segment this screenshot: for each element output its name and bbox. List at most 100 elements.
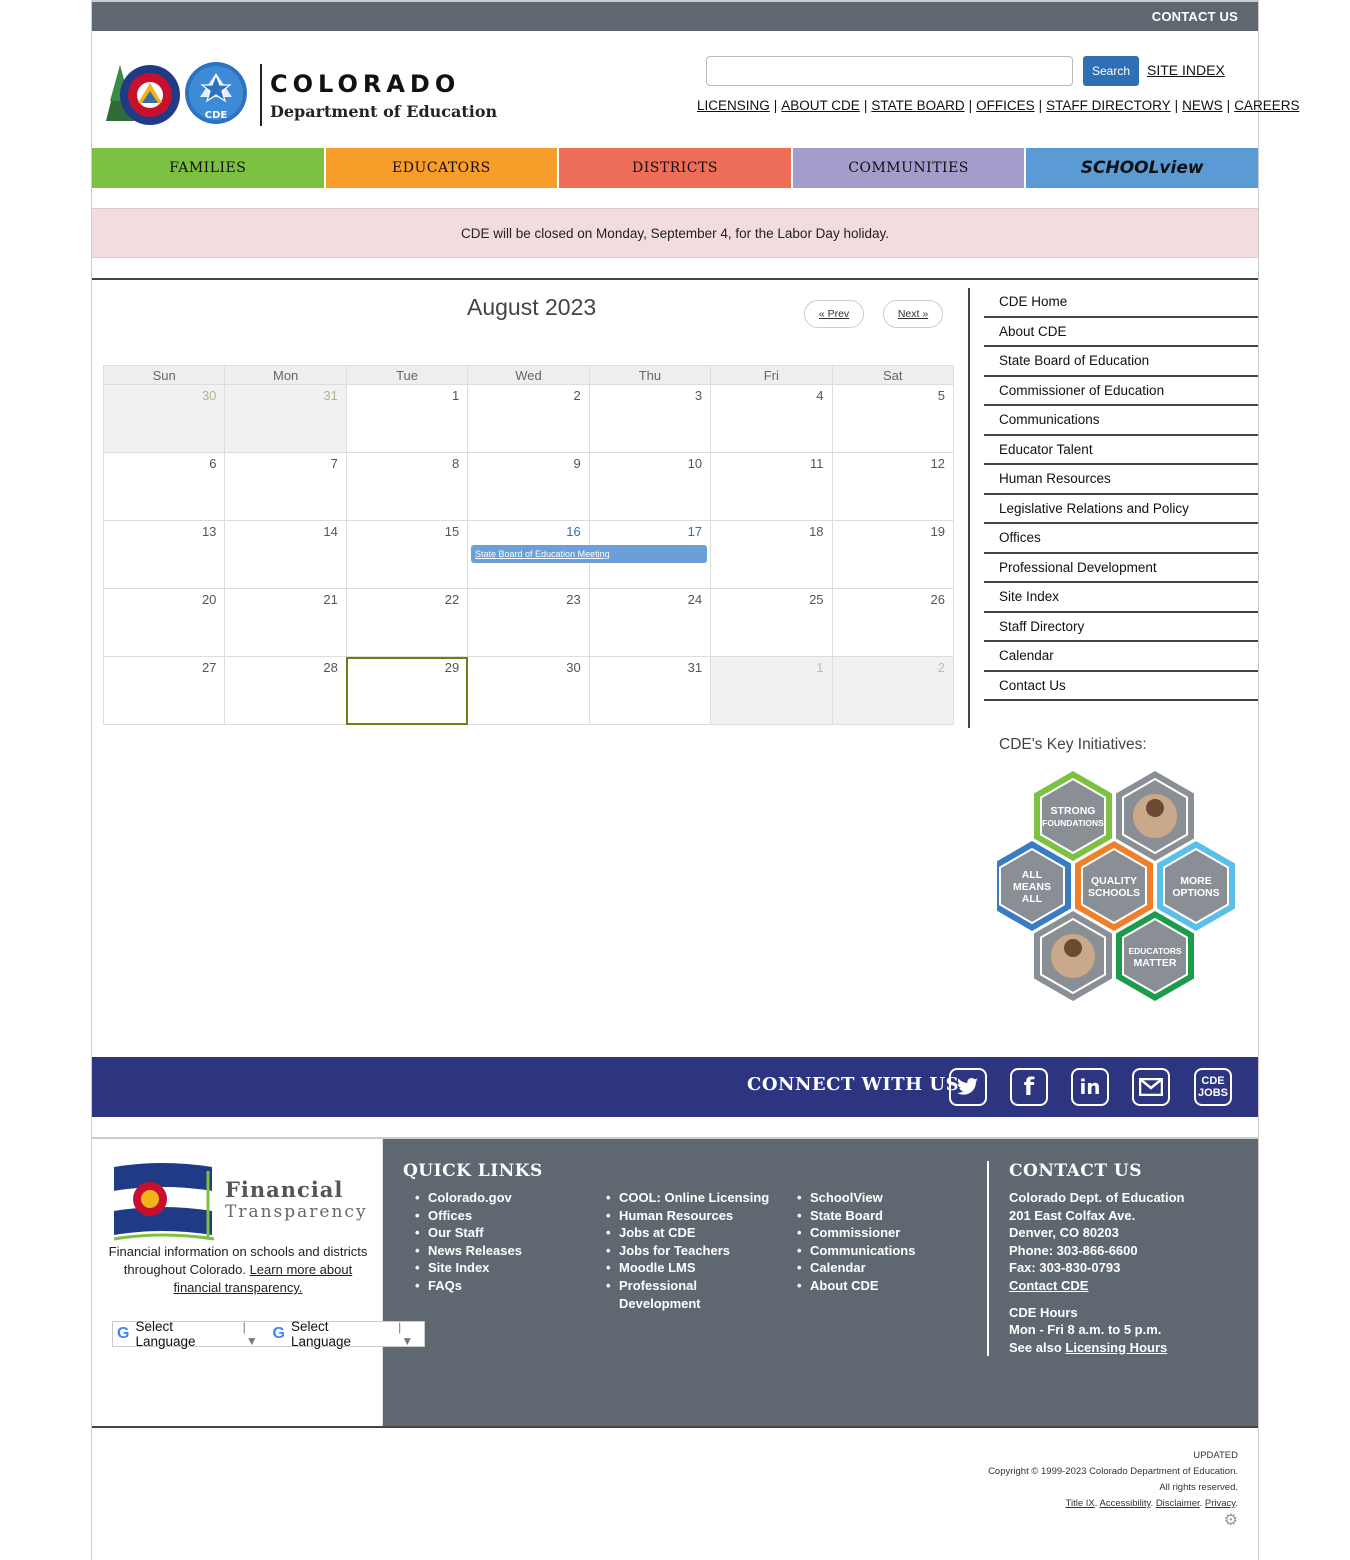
calendar-day[interactable]: 30 — [467, 656, 590, 725]
about-cde-link[interactable]: ABOUT CDE — [781, 98, 860, 113]
disclaimer-link[interactable]: Disclaimer — [1156, 1498, 1200, 1509]
calendar-day[interactable]: 15 — [345, 520, 469, 589]
initiative-hex[interactable]: STRONGFOUNDATIONS — [1034, 771, 1112, 861]
quick-link[interactable]: Moodle LMS — [606, 1259, 776, 1277]
initiative-hex[interactable]: ALLMEANSALL — [993, 841, 1071, 931]
side-menu-item[interactable]: State Board of Education — [984, 347, 1258, 377]
calendar-day[interactable]: 2 — [831, 656, 955, 725]
nav-schoolview[interactable]: SCHOOLview — [1026, 148, 1258, 188]
calendar-day[interactable]: 27 — [102, 656, 226, 725]
top-contact-link[interactable]: CONTACT US — [1152, 9, 1238, 24]
quick-link[interactable]: Site Index — [415, 1259, 522, 1277]
calendar-event[interactable]: State Board of Education Meeting — [471, 545, 707, 563]
calendar-day[interactable]: 6 — [102, 452, 226, 521]
language-selector[interactable]: G Select Language | ▼ G Select Language … — [112, 1319, 425, 1349]
careers-link[interactable]: CAREERS — [1234, 98, 1299, 113]
calendar-day[interactable]: 28 — [224, 656, 347, 725]
calendar-day-today[interactable]: 29 — [345, 656, 469, 725]
email-icon[interactable] — [1132, 1068, 1170, 1106]
calendar-day[interactable]: 30 — [102, 384, 226, 453]
side-menu-item[interactable]: Communications — [984, 406, 1258, 436]
initiative-hex[interactable]: MOREOPTIONS — [1157, 841, 1235, 931]
side-menu-item[interactable]: Calendar — [984, 642, 1258, 672]
calendar-day[interactable]: 22 — [345, 588, 469, 657]
initiative-hex[interactable]: EDUCATORSMATTER — [1116, 911, 1194, 1001]
quick-link[interactable]: SchoolView — [797, 1189, 915, 1207]
key-initiatives-graphic[interactable]: STRONG FOUNDATIONS ALL MEANS ALL QUALITY SCHOO… — [993, 770, 1247, 1010]
quick-link[interactable]: COOL: Online Licensing — [606, 1189, 776, 1207]
privacy-link[interactable]: Privacy — [1205, 1498, 1235, 1509]
nav-educators[interactable]: EDUCATORS — [325, 148, 558, 188]
calendar-day[interactable]: 5 — [831, 384, 955, 453]
calendar-day[interactable]: 1 — [710, 656, 833, 725]
nav-families[interactable]: FAMILIES — [92, 148, 324, 188]
quick-link[interactable]: Professional Development — [606, 1277, 716, 1312]
side-menu-item[interactable]: Commissioner of Education — [984, 377, 1258, 406]
calendar-day[interactable]: 19 — [831, 520, 955, 589]
side-menu-item[interactable]: Human Resources — [984, 465, 1258, 495]
quick-link[interactable]: Communications — [797, 1242, 915, 1260]
calendar-day[interactable]: 31 — [224, 384, 347, 453]
initiative-hex[interactable]: QUALITYSCHOOLS — [1075, 841, 1153, 931]
calendar-day[interactable]: 7 — [224, 452, 347, 521]
quick-link[interactable]: News Releases — [415, 1242, 522, 1260]
calendar-day[interactable]: 4 — [710, 384, 833, 453]
language-select-1[interactable]: Select Language — [135, 1319, 234, 1349]
cde-jobs-icon[interactable]: CDE JOBS — [1194, 1068, 1232, 1106]
quick-link[interactable]: Jobs for Teachers — [606, 1242, 776, 1260]
quick-link[interactable]: Jobs at CDE — [606, 1224, 776, 1242]
quick-link[interactable]: Our Staff — [415, 1224, 522, 1242]
quick-link[interactable]: State Board — [797, 1207, 915, 1225]
linkedin-icon[interactable]: in — [1071, 1068, 1109, 1106]
calendar-day[interactable]: 13 — [102, 520, 226, 589]
side-menu-item[interactable]: Site Index — [984, 583, 1258, 613]
calendar-day[interactable]: 14 — [224, 520, 347, 589]
calendar-day[interactable]: 2 — [467, 384, 590, 453]
licensing-hours-link[interactable]: Licensing Hours — [1065, 1340, 1167, 1355]
cde-logo[interactable]: CDE COLORADO Department of Education — [100, 61, 497, 129]
language-select-2[interactable]: Select Language — [291, 1319, 390, 1349]
licensing-link[interactable]: LICENSING — [697, 98, 770, 113]
calendar-day[interactable]: 3 — [588, 384, 712, 453]
side-menu-item[interactable]: Staff Directory — [984, 613, 1258, 642]
quick-link[interactable]: Offices — [415, 1207, 522, 1225]
quick-link[interactable]: Colorado.gov — [415, 1189, 522, 1207]
side-menu-item[interactable]: CDE Home — [984, 288, 1258, 318]
facebook-icon[interactable]: f — [1010, 1068, 1048, 1106]
calendar-day[interactable]: 10 — [588, 452, 712, 521]
quick-link[interactable]: Calendar — [797, 1259, 915, 1277]
state-board-link[interactable]: STATE BOARD — [871, 98, 964, 113]
contact-cde-link[interactable]: Contact CDE — [1009, 1278, 1088, 1293]
initiative-hex[interactable] — [1116, 771, 1194, 861]
calendar-day[interactable]: 1 — [345, 384, 469, 453]
side-menu-item[interactable]: Professional Development — [984, 554, 1258, 583]
side-menu-item[interactable]: Offices — [984, 524, 1258, 554]
site-index-link[interactable]: SITE INDEX — [1147, 62, 1225, 78]
quick-link[interactable]: FAQs — [415, 1277, 522, 1295]
side-menu-item[interactable]: About CDE — [984, 318, 1258, 347]
quick-link[interactable]: Human Resources — [606, 1207, 776, 1225]
offices-link[interactable]: OFFICES — [976, 98, 1035, 113]
twitter-icon[interactable] — [949, 1068, 987, 1106]
calendar-day[interactable]: 12 — [831, 452, 955, 521]
side-menu-item[interactable]: Contact Us — [984, 672, 1258, 701]
calendar-day[interactable]: 31 — [588, 656, 712, 725]
search-button[interactable]: Search — [1083, 56, 1139, 86]
calendar-day[interactable]: 23 — [467, 588, 590, 657]
calendar-day[interactable]: 8 — [345, 452, 469, 521]
side-menu-item[interactable]: Educator Talent — [984, 436, 1258, 465]
gear-icon[interactable]: ⚙ — [1224, 1510, 1238, 1530]
calendar-day[interactable]: 26 — [831, 588, 955, 657]
nav-communities[interactable]: COMMUNITIES — [792, 148, 1025, 188]
search-input[interactable] — [706, 56, 1073, 86]
accessibility-link[interactable]: Accessibility — [1100, 1498, 1151, 1509]
next-month-button[interactable]: Next » — [883, 300, 943, 328]
calendar-day[interactable]: 9 — [467, 452, 590, 521]
prev-month-button[interactable]: « Prev — [804, 300, 864, 328]
staff-directory-link[interactable]: STAFF DIRECTORY — [1046, 98, 1171, 113]
calendar-day[interactable]: 21 — [224, 588, 347, 657]
calendar-day[interactable]: 25 — [710, 588, 833, 657]
calendar-day[interactable]: 18 — [710, 520, 833, 589]
title-ix-link[interactable]: Title IX — [1066, 1498, 1095, 1509]
initiative-hex[interactable] — [1034, 911, 1112, 1001]
